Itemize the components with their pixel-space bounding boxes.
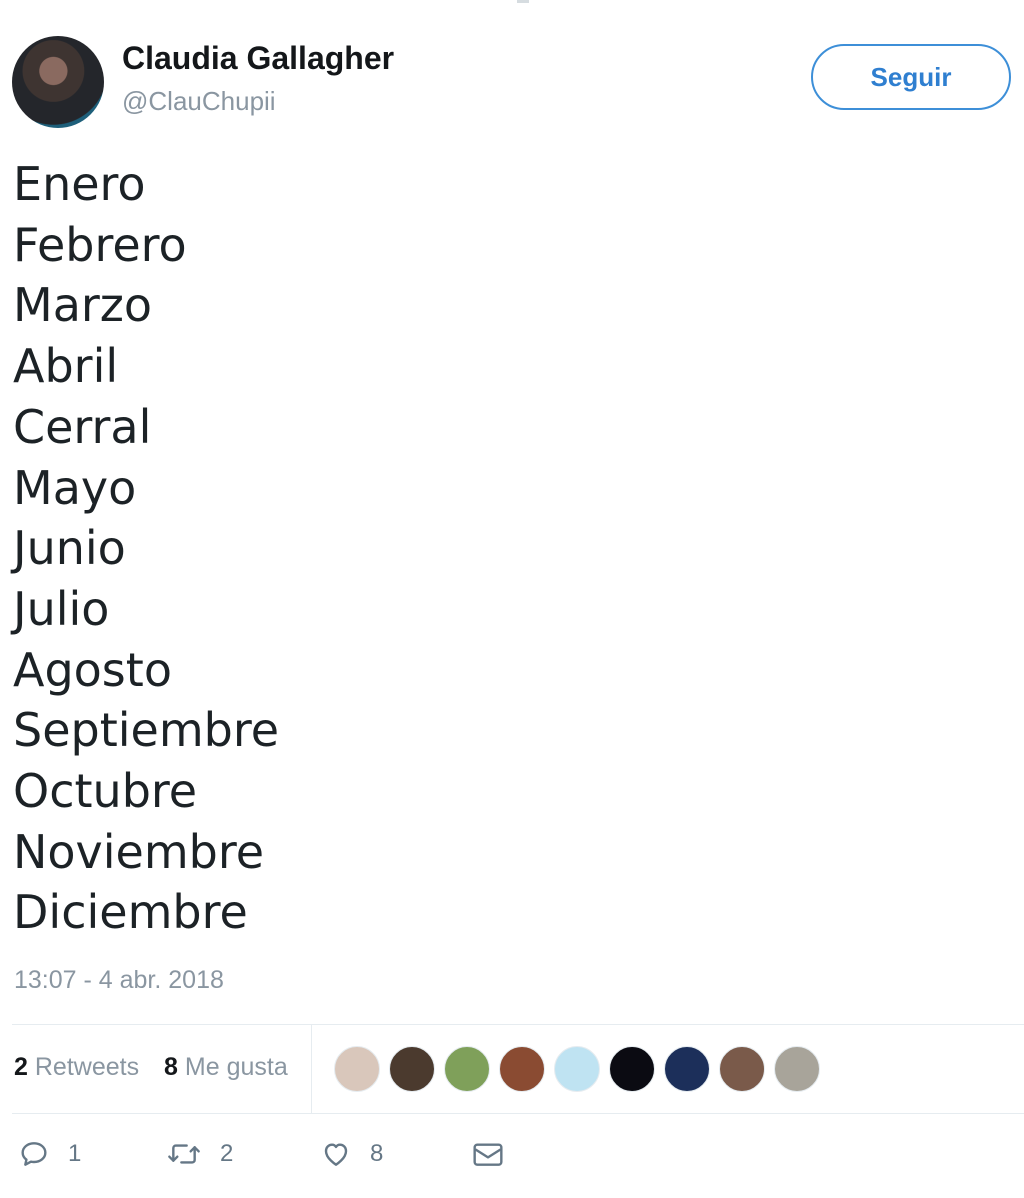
tweet-text-line: Septiembre [13, 703, 280, 758]
tweet-text: Enero Febrero Marzo Abril Cerral Mayo Ju… [13, 154, 279, 943]
liker-avatar[interactable] [389, 1046, 435, 1092]
reply-count: 1 [68, 1140, 82, 1167]
avatar[interactable] [12, 36, 104, 128]
tweet-text-line: Octubre [13, 764, 198, 819]
tweet-text-line: Noviembre [13, 824, 265, 879]
follow-button[interactable]: Seguir [811, 44, 1011, 110]
tweet-text-line: Cerral [13, 399, 152, 454]
retweet-button[interactable]: 2 [166, 1138, 233, 1170]
tweet-text-line: Junio [13, 521, 126, 576]
tweet-text-line: Febrero [13, 217, 187, 272]
envelope-icon [470, 1138, 506, 1170]
tweet-stats: 2 Retweets 8 Me gusta [14, 1053, 288, 1082]
tweet-actions: 1 2 8 [18, 1138, 538, 1178]
likes-label: Me gusta [184, 1053, 288, 1081]
tweet-text-line: Agosto [13, 642, 172, 697]
liker-avatar[interactable] [499, 1046, 545, 1092]
tweet-timestamp[interactable]: 13:07 - 4 abr. 2018 [14, 966, 224, 995]
top-divider-stub [517, 0, 529, 3]
retweet-count: 2 [220, 1140, 234, 1167]
likers-avatar-list [334, 1046, 829, 1092]
user-handle[interactable]: @ClauChupii [122, 86, 276, 117]
liker-avatar[interactable] [609, 1046, 655, 1092]
like-button[interactable]: 8 [320, 1138, 383, 1170]
display-name[interactable]: Claudia Gallagher [122, 40, 394, 77]
likes-stat[interactable]: 8 Me gusta [164, 1053, 288, 1082]
like-count: 8 [370, 1140, 384, 1167]
divider [311, 1024, 312, 1114]
liker-avatar[interactable] [334, 1046, 380, 1092]
retweets-label: Retweets [34, 1053, 140, 1081]
liker-avatar[interactable] [719, 1046, 765, 1092]
tweet-text-line: Julio [13, 581, 110, 636]
direct-message-button[interactable] [470, 1138, 506, 1170]
likes-count: 8 [164, 1053, 178, 1081]
tweet-text-line: Marzo [13, 278, 153, 333]
liker-avatar[interactable] [554, 1046, 600, 1092]
divider [12, 1024, 1024, 1025]
retweets-count: 2 [14, 1053, 28, 1081]
tweet-text-line: Diciembre [13, 885, 248, 940]
tweet-text-line: Mayo [13, 460, 137, 515]
tweet-card: Claudia Gallagher @ClauChupii Seguir Ene… [0, 0, 1024, 1198]
heart-icon [320, 1138, 352, 1170]
retweets-stat[interactable]: 2 Retweets [14, 1053, 139, 1082]
divider [12, 1113, 1024, 1114]
reply-icon [18, 1138, 50, 1170]
tweet-text-line: Enero [13, 157, 146, 211]
liker-avatar[interactable] [444, 1046, 490, 1092]
reply-button[interactable]: 1 [18, 1138, 81, 1170]
retweet-icon [166, 1138, 202, 1170]
tweet-text-line: Abril [13, 339, 119, 394]
liker-avatar[interactable] [664, 1046, 710, 1092]
liker-avatar[interactable] [774, 1046, 820, 1092]
